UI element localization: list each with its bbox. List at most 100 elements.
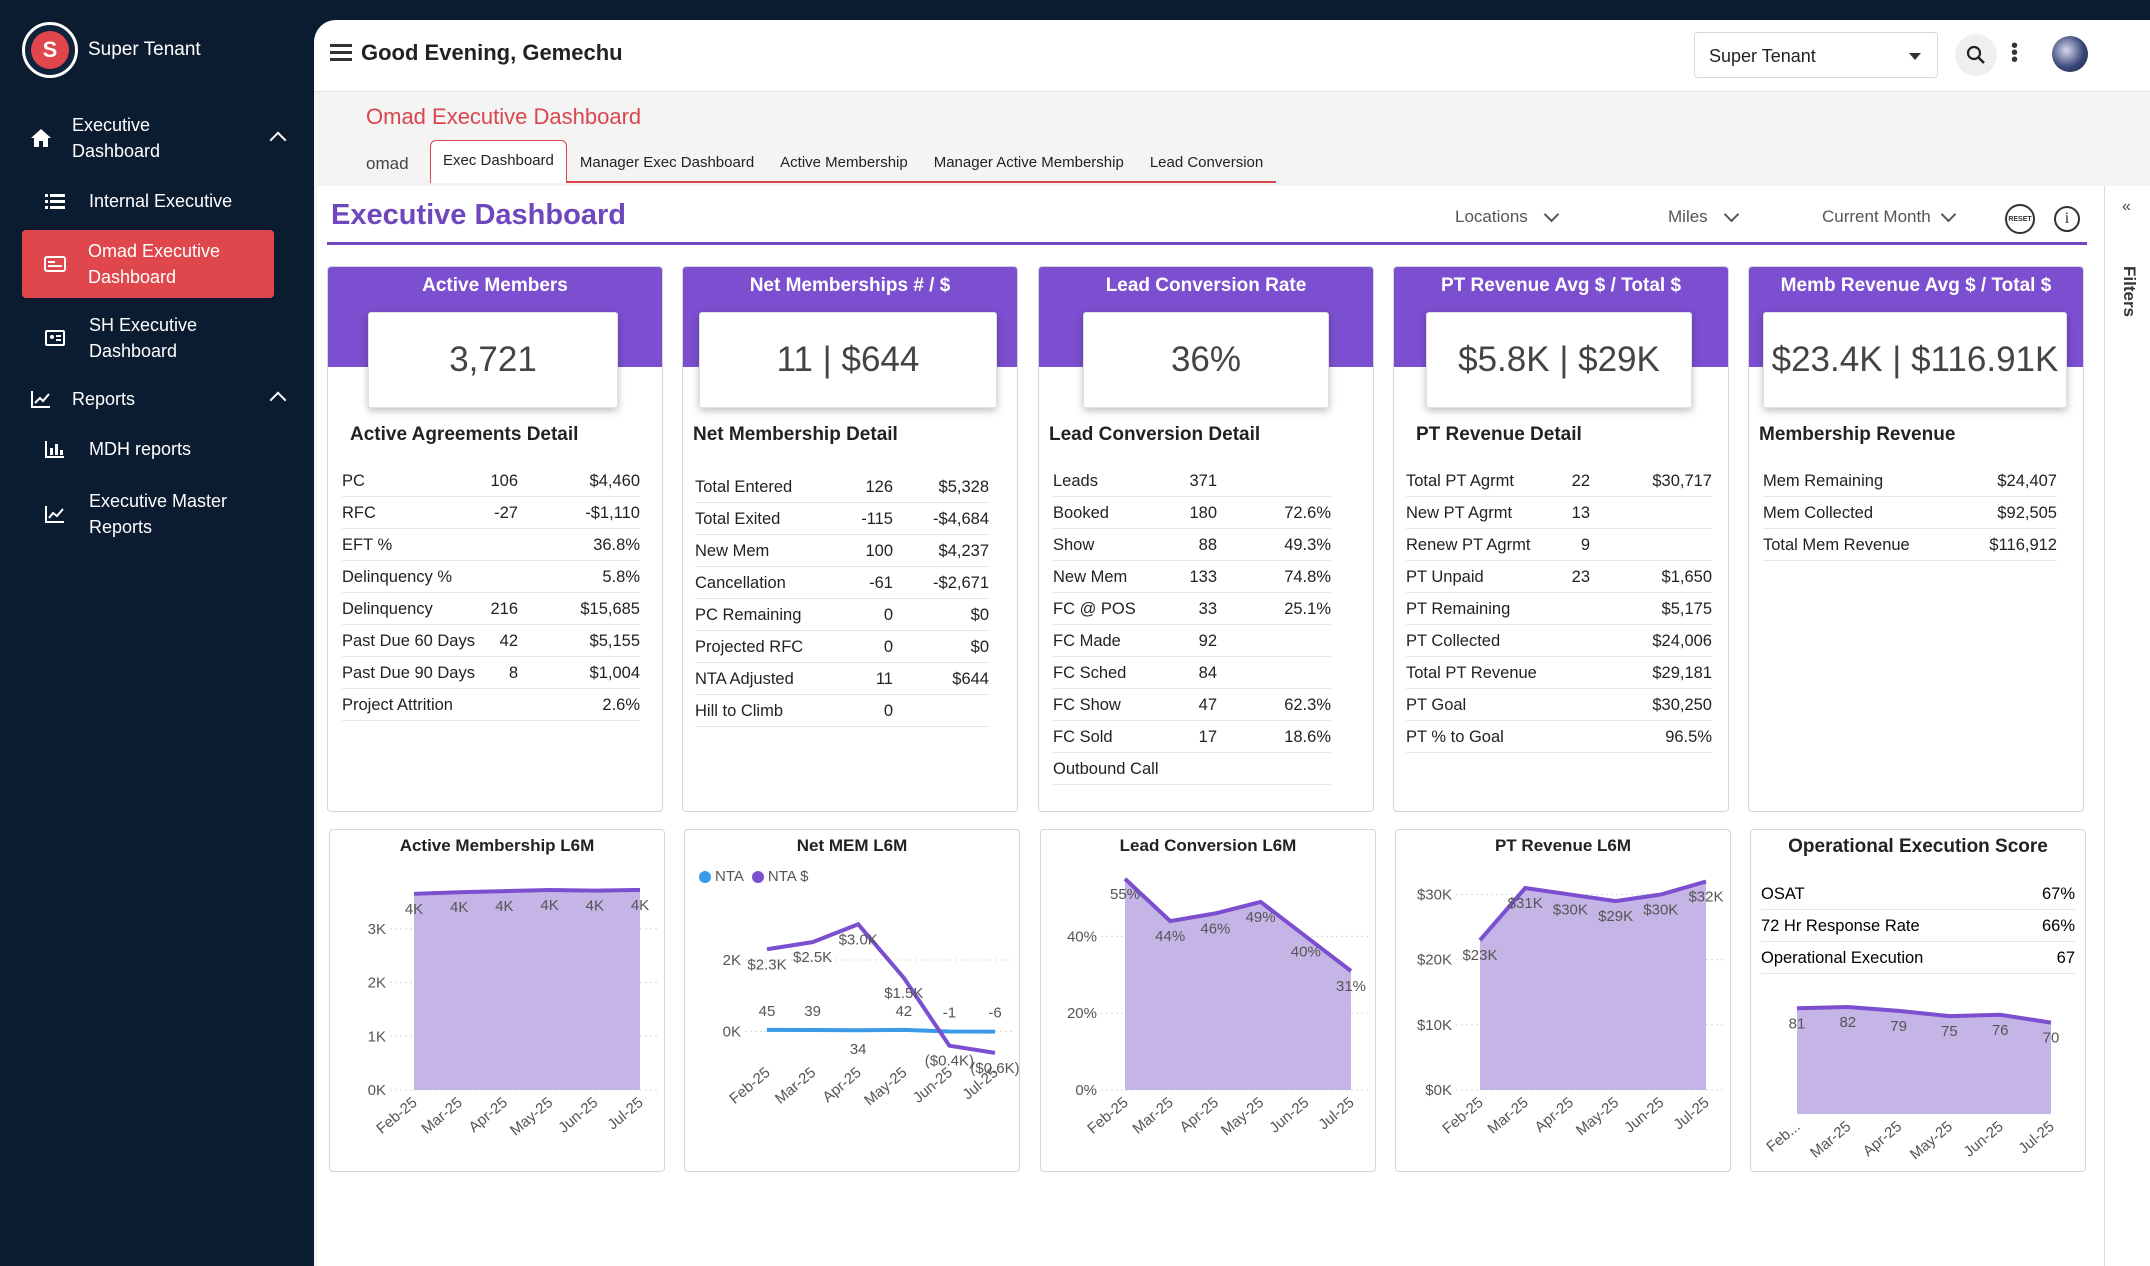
table-row: Operational Execution 67 <box>1761 942 2075 974</box>
kpi-card: Active Members 3,721 Active Agreements Det… <box>327 266 663 812</box>
table-row: Booked 180 72.6% <box>1053 497 1331 529</box>
tenant-logo-block[interactable]: S Super Tenant <box>22 22 201 78</box>
sidebar-item-reports[interactable]: Reports <box>30 386 314 412</box>
chevron-down-icon <box>1543 206 1560 222</box>
tenant-select[interactable]: Super Tenant <box>1694 32 1938 78</box>
card-title: Lead Conversion Rate <box>1105 275 1307 296</box>
table-row: Hill to Climb 0 <box>695 695 989 727</box>
tab-manager-active-membership[interactable]: Manager Active Membership <box>921 140 1137 181</box>
dashboard-title: Executive Dashboard <box>331 199 626 231</box>
row-value: $4,460 <box>589 472 640 490</box>
avatar[interactable] <box>2052 36 2088 72</box>
data-label: 70 <box>2043 1030 2060 1047</box>
row-value: 13 <box>1571 504 1590 522</box>
data-label: 4K <box>450 899 468 916</box>
bar-chart-icon <box>44 438 66 460</box>
slicer-locations[interactable]: Locations <box>1455 206 1560 227</box>
row-label: Total Mem Revenue <box>1763 536 1910 554</box>
x-tick-label: May-25 <box>1907 1118 1956 1163</box>
filters-pane[interactable]: « Filters <box>2104 186 2150 1266</box>
more-options-icon[interactable]: • • • <box>2011 36 2018 70</box>
greeting: Good Evening, Gemechu <box>361 40 623 65</box>
x-tick-label: Mar-25 <box>772 1064 819 1108</box>
data-label: -1 <box>943 1004 956 1021</box>
detail-title: Membership Revenue <box>1759 424 1956 445</box>
x-tick-label: Mar-25 <box>1484 1094 1531 1138</box>
tab-manager-exec-dashboard[interactable]: Manager Exec Dashboard <box>567 140 767 181</box>
row-label: FC Sold <box>1053 728 1113 746</box>
data-label: 34 <box>850 1041 867 1058</box>
sidebar-item-sh-executive-dashboard[interactable]: SH Executive Dashboard <box>44 312 219 364</box>
table-row: Renew PT Agrmt 9 <box>1406 529 1712 561</box>
row-label: Leads <box>1053 472 1098 490</box>
slicer-current-month[interactable]: Current Month <box>1822 206 1956 227</box>
x-tick-label: Apr-25 <box>466 1094 511 1136</box>
series-line[interactable] <box>766 921 996 1055</box>
area-chart-icon <box>44 503 66 525</box>
data-label: 45 <box>759 1003 776 1020</box>
row-label: PT Collected <box>1406 632 1501 650</box>
sidebar-item-internal-executive[interactable]: Internal Executive <box>44 188 232 214</box>
chart-panel: Lead Conversion L6M 0% 20% 40% 55% 44% 46% 49% 4… <box>1040 829 1376 1172</box>
sidebar-item-omad-executive-dashboard[interactable]: Omad Executive Dashboard <box>22 230 274 298</box>
slicer-label: Locations <box>1455 207 1528 226</box>
table-row: EFT % 36.8% <box>342 529 640 561</box>
row-label: Renew PT Agrmt <box>1406 536 1531 554</box>
table-row: NTA Adjusted 11 $644 <box>695 663 989 695</box>
series-line[interactable] <box>766 1027 996 1034</box>
tab-active-membership[interactable]: Active Membership <box>767 140 921 181</box>
x-tick-label: Apr-25 <box>819 1064 864 1106</box>
data-label: $30K <box>1643 902 1678 919</box>
collapse-icon[interactable]: « <box>2122 198 2131 216</box>
row-value: $5,328 <box>938 478 989 496</box>
legend-marker <box>699 870 711 883</box>
table-row: 72 Hr Response Rate 66% <box>1761 910 2075 942</box>
sidebar: S Super Tenant Executive Dashboard Inter… <box>0 0 314 1266</box>
dashboard-canvas: Executive Dashboard Locations Miles Curr… <box>317 186 2105 1266</box>
slicer-label: Current Month <box>1822 207 1931 226</box>
y-tick-label: $10K <box>1417 1017 1452 1034</box>
row-value: 33 <box>1198 600 1217 618</box>
y-tick-label: 0K <box>368 1082 386 1099</box>
info-icon[interactable]: i <box>2054 206 2080 232</box>
chevron-up-icon[interactable] <box>269 131 287 149</box>
sidebar-item-executive-dashboard[interactable]: Executive Dashboard <box>30 112 314 164</box>
data-label: $3.0K <box>839 931 878 948</box>
row-label: PC Remaining <box>695 606 802 624</box>
sidebar-item-executive-master-reports[interactable]: Executive Master Reports <box>44 488 229 540</box>
table-row: Total PT Revenue $29,181 <box>1406 657 1712 689</box>
row-value: $24,006 <box>1652 632 1712 650</box>
chevron-down-icon <box>1723 206 1739 222</box>
tenant-name: Super Tenant <box>88 39 201 60</box>
slicer-miles[interactable]: Miles <box>1668 206 1739 227</box>
row-value: $1,650 <box>1661 568 1712 586</box>
y-tick-label: 40% <box>1067 928 1097 945</box>
row-label: Delinquency <box>342 600 433 618</box>
x-tick-label: Jul-25 <box>1315 1094 1357 1133</box>
chart-svg: $0K $10K $20K $30K $23K $31K $30K $29K $30K $32K F… <box>1417 879 1726 1139</box>
tab-lead-conversion[interactable]: Lead Conversion <box>1137 140 1276 181</box>
y-tick-label: $30K <box>1417 887 1452 904</box>
detail-title: Active Agreements Detail <box>350 424 579 445</box>
data-label: $2.5K <box>793 949 832 966</box>
menu-icon[interactable] <box>330 44 352 62</box>
kpi-value: 11 | $644 <box>699 312 997 408</box>
sidebar-item-mdh-reports[interactable]: MDH reports <box>44 436 191 462</box>
tab-exec-dashboard[interactable]: Exec Dashboard <box>430 140 567 183</box>
row-value: 74.8% <box>1284 568 1331 586</box>
report-tabs: Exec Dashboard Manager Exec Dashboard Ac… <box>430 140 1277 183</box>
detail-table: Leads 371 Booked 180 72.6% Show 88 49.3% New Mem… <box>1053 465 1331 785</box>
data-label: 82 <box>1839 1014 1856 1031</box>
x-tick-label: Jun-25 <box>910 1064 956 1107</box>
row-label: PT Unpaid <box>1406 568 1484 586</box>
data-label: $30K <box>1553 902 1588 919</box>
x-tick-label: Feb... <box>1763 1118 1803 1156</box>
chevron-up-icon[interactable] <box>269 391 287 409</box>
row-label: Booked <box>1053 504 1109 522</box>
reset-icon[interactable]: RESET <box>2005 204 2035 234</box>
data-label: 42 <box>895 1003 912 1020</box>
x-tick-label: Jun-25 <box>555 1094 601 1137</box>
row-value: $92,505 <box>1997 504 2057 522</box>
search-button[interactable] <box>1955 34 1997 76</box>
table-row: New PT Agrmt 13 <box>1406 497 1712 529</box>
